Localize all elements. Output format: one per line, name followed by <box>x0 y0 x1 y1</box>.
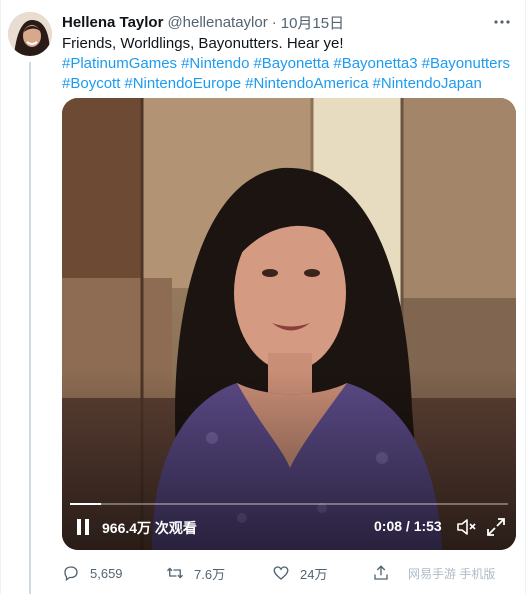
hashtag-link[interactable]: #NintendoAmerica <box>245 75 368 92</box>
hashtag-link[interactable]: #Nintendo <box>181 55 249 72</box>
video-player[interactable]: 966.4万 次观看 0:08 / 1:53 <box>62 98 516 550</box>
author-handle[interactable]: @hellenataylor <box>167 14 267 31</box>
pause-icon[interactable] <box>72 516 94 538</box>
share-icon <box>374 565 388 580</box>
hashtag-link[interactable]: #NintendoJapan <box>373 75 482 92</box>
share-button[interactable] <box>372 560 390 586</box>
video-progress-track[interactable] <box>70 503 508 505</box>
thread-connector-line <box>29 62 31 594</box>
reply-button[interactable]: 5,659 <box>62 560 123 586</box>
frame-left-border <box>0 0 1 594</box>
more-horizontal-icon[interactable] <box>490 10 514 34</box>
volume-muted-icon[interactable] <box>455 516 477 538</box>
hashtag-link[interactable]: #Bayonetta <box>253 55 329 72</box>
heart-icon <box>273 566 289 580</box>
author-name[interactable]: Hellena Taylor <box>62 14 163 31</box>
tweet-text: Friends, Worldlings, Bayonutters. Hear y… <box>62 34 512 94</box>
hashtag-link[interactable]: #PlatinumGames <box>62 55 177 72</box>
video-progress-fill <box>70 503 101 505</box>
reply-count: 5,659 <box>90 565 123 581</box>
hashtag-link[interactable]: #Bayonutters <box>422 55 510 72</box>
hashtag-line-2: #Boycott #NintendoEurope #NintendoAmerica #… <box>62 74 512 94</box>
retweet-icon <box>167 567 183 579</box>
avatar[interactable] <box>8 12 52 56</box>
watermark: 网易手游 手机版 <box>408 567 496 581</box>
view-count: 966.4万 次观看 <box>102 520 197 536</box>
tweet-text-line: Friends, Worldlings, Bayonutters. Hear y… <box>62 35 344 52</box>
hashtag-link[interactable]: #Boycott <box>62 75 120 92</box>
header-separator: · <box>271 13 277 31</box>
hashtag-link[interactable]: #NintendoEurope <box>124 75 241 92</box>
like-count: 24万 <box>300 566 328 582</box>
hashtag-link[interactable]: #Bayonetta3 <box>333 55 417 72</box>
tweet-timestamp[interactable]: 10月15日 <box>281 12 344 33</box>
retweet-count: 7.6万 <box>194 566 226 582</box>
hashtag-line-1: #PlatinumGames #Nintendo #Bayonetta #Bayone… <box>62 54 512 74</box>
like-button[interactable]: 24万 <box>272 560 327 586</box>
video-controls: 966.4万 次观看 0:08 / 1:53 <box>62 506 516 550</box>
video-timecode: 0:08 / 1:53 <box>374 518 442 534</box>
retweet-button[interactable]: 7.6万 <box>166 560 225 586</box>
reply-icon <box>64 566 78 582</box>
fullscreen-icon[interactable] <box>485 516 507 538</box>
tweet-header: Hellena Taylor @hellenataylor · 10月15日 <box>62 12 344 32</box>
video-frame-image <box>62 98 516 550</box>
